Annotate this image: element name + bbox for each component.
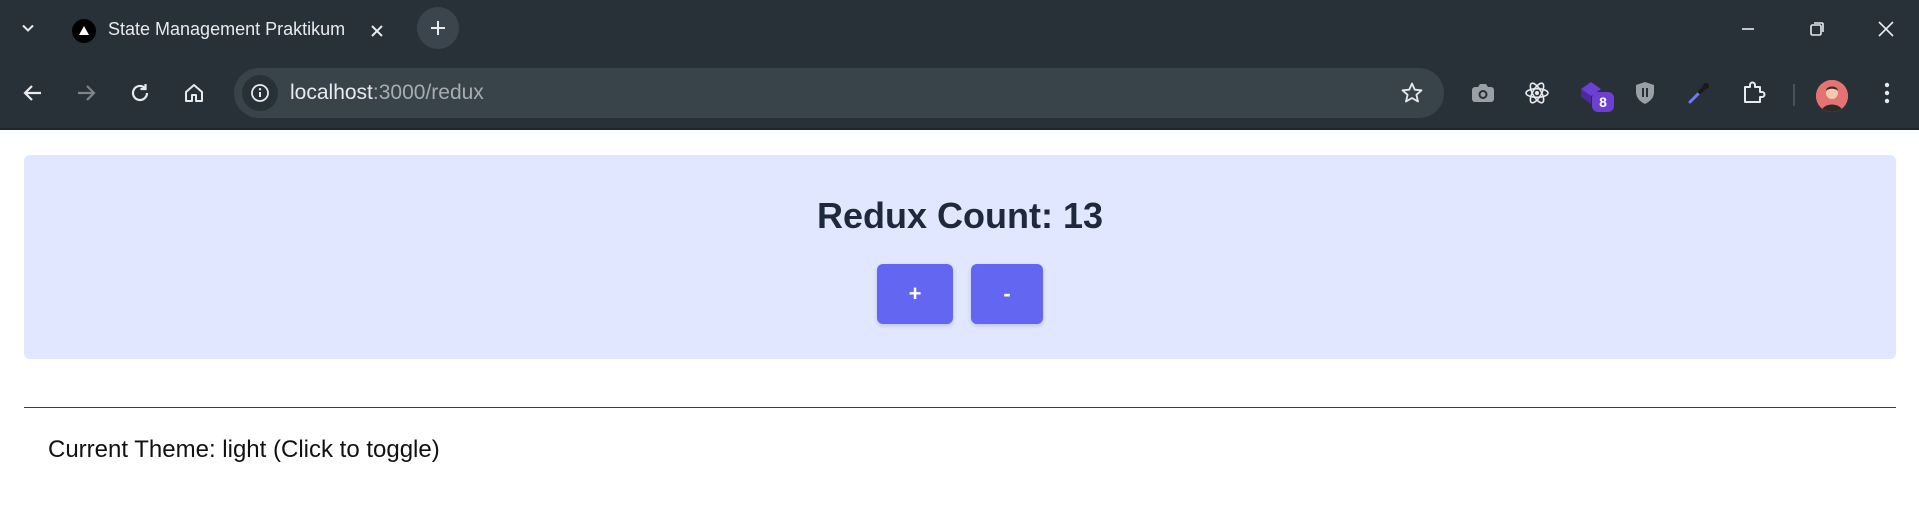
tab-close-button[interactable] <box>362 16 392 46</box>
close-window-button[interactable] <box>1869 12 1903 46</box>
reload-button[interactable] <box>121 74 159 112</box>
decrement-button[interactable]: - <box>971 264 1043 324</box>
arrow-right-icon <box>78 85 96 101</box>
extension-badge: 8 <box>1592 92 1614 112</box>
redux-counter-card: Redux Count: 13 + - <box>24 155 1896 359</box>
toolbar-divider <box>1793 84 1795 106</box>
close-icon <box>1878 21 1894 37</box>
forward-button[interactable] <box>67 74 105 112</box>
color-picker-extension[interactable] <box>1680 74 1718 112</box>
chevron-down-icon <box>22 24 34 32</box>
back-button[interactable] <box>14 74 52 112</box>
shield-icon <box>1636 82 1654 104</box>
tab-search-button[interactable] <box>14 14 42 42</box>
url-text[interactable]: localhost:3000/redux <box>290 81 484 105</box>
shield-extension[interactable] <box>1626 74 1664 112</box>
arrow-left-icon <box>23 85 41 101</box>
more-vertical-icon <box>1884 82 1890 104</box>
address-bar[interactable]: localhost:3000/redux <box>234 68 1444 118</box>
profile-avatar-icon <box>1816 80 1848 112</box>
theme-toggle[interactable]: Current Theme: light (Click to toggle) <box>48 436 440 464</box>
browser-toolbar: localhost:3000/redux 8 <box>0 56 1919 130</box>
react-icon <box>1525 82 1549 104</box>
star-icon <box>1401 82 1423 103</box>
new-tab-button[interactable] <box>417 7 459 49</box>
camera-icon <box>1472 84 1494 102</box>
increment-button[interactable]: + <box>877 264 953 324</box>
site-info-button[interactable] <box>242 75 278 111</box>
restore-icon <box>1810 22 1824 36</box>
tab-strip: State Management Praktikum <box>0 0 1919 56</box>
bookmark-star-button[interactable] <box>1398 79 1426 107</box>
chrome-menu-button[interactable] <box>1868 74 1906 112</box>
url-host: localhost <box>290 81 373 104</box>
profile-avatar[interactable] <box>1816 80 1848 112</box>
counter-title: Redux Count: 13 <box>816 195 1103 236</box>
plus-icon <box>431 21 445 35</box>
close-icon <box>371 25 383 37</box>
redux-devtools-extension[interactable]: 8 <box>1572 74 1614 112</box>
eyedropper-icon <box>1688 83 1709 104</box>
home-icon <box>185 84 203 102</box>
extensions-menu-button[interactable] <box>1734 74 1772 112</box>
tab-title: State Management Praktikum <box>108 19 346 39</box>
minimize-icon <box>1742 28 1754 30</box>
reload-icon <box>131 84 149 102</box>
nextjs-favicon-icon <box>72 19 96 43</box>
restore-button[interactable] <box>1800 12 1834 46</box>
minimize-button[interactable] <box>1731 12 1765 46</box>
home-button[interactable] <box>175 74 213 112</box>
divider <box>24 407 1896 408</box>
tab-active[interactable]: State Management Praktikum <box>56 6 406 56</box>
puzzle-icon <box>1744 81 1766 103</box>
react-devtools-extension[interactable] <box>1518 74 1556 112</box>
info-icon <box>251 84 269 102</box>
screenshot-extension[interactable] <box>1464 74 1502 112</box>
url-path: :3000/redux <box>372 81 484 104</box>
